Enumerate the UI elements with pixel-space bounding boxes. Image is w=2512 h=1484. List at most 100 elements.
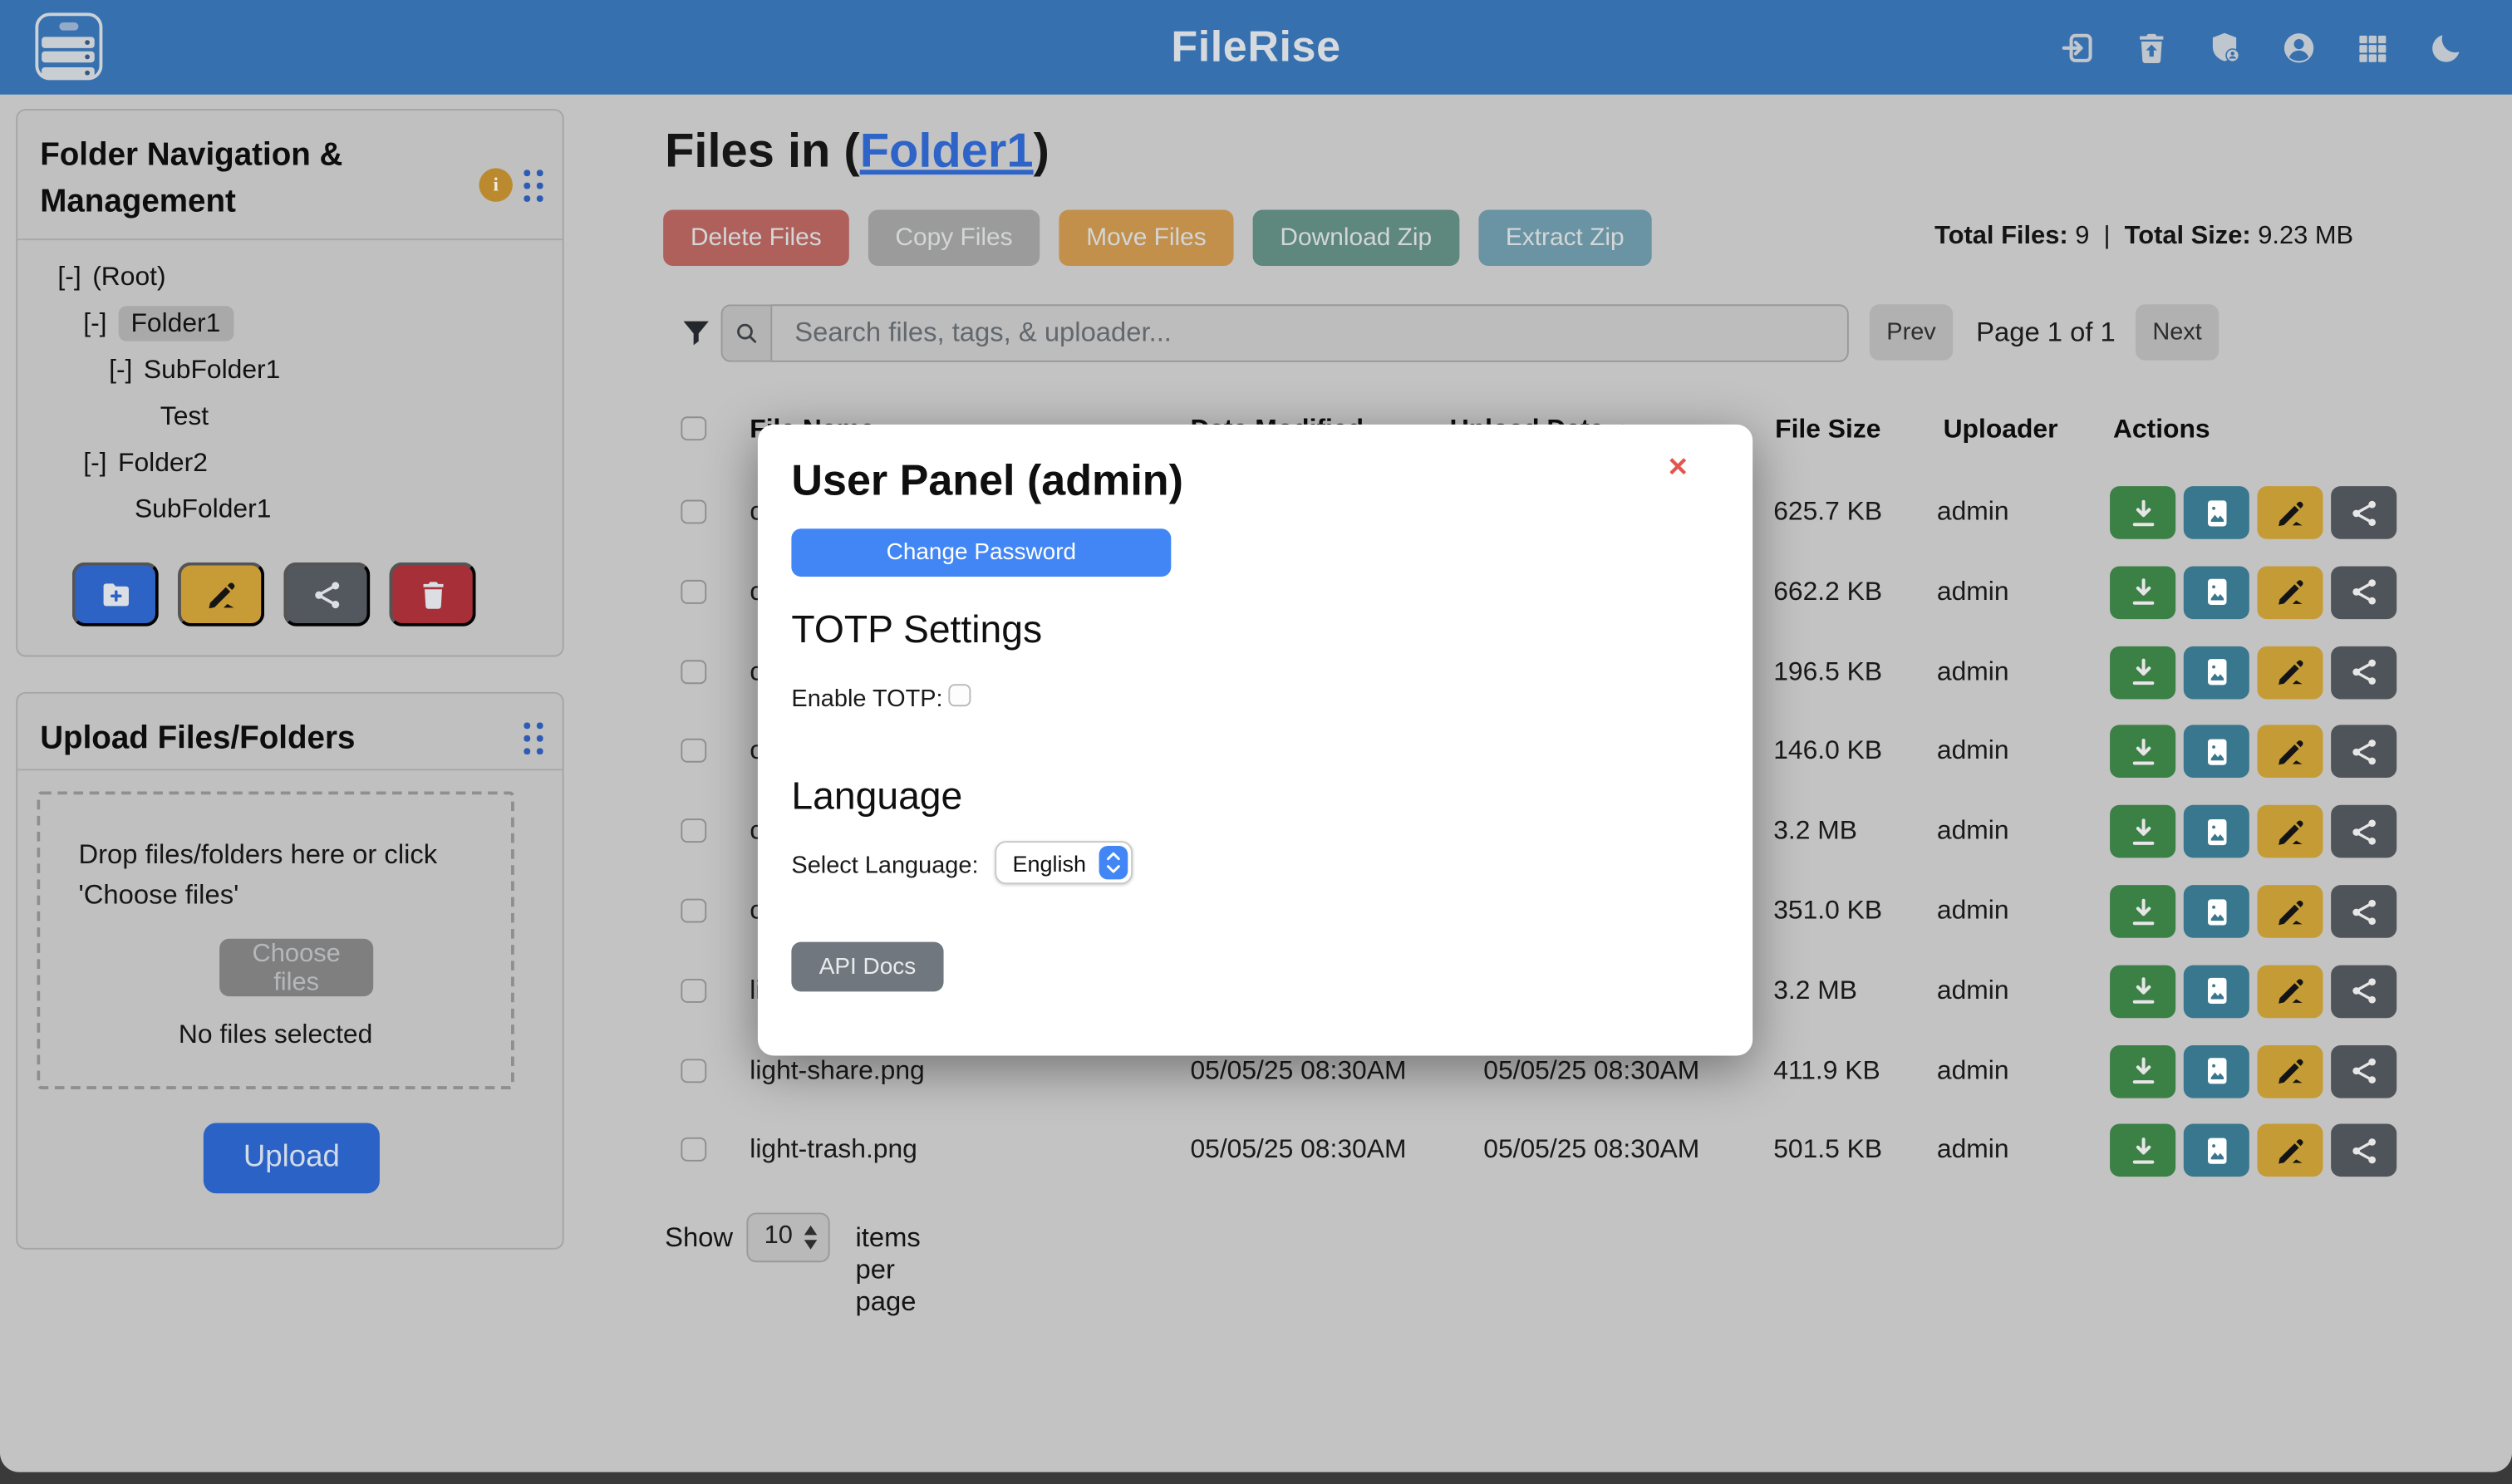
rename-file-button[interactable]: [2257, 885, 2323, 938]
folder-tree-item-subfolder1[interactable]: SubFolder1: [17, 487, 562, 533]
enable-totp-checkbox[interactable]: [948, 684, 971, 706]
rename-file-button[interactable]: [2257, 486, 2323, 539]
share-file-button[interactable]: [2331, 566, 2396, 619]
folder-tree-item-subfolder1[interactable]: [-]SubFolder1: [17, 347, 562, 394]
image-icon: [2200, 816, 2233, 848]
uploader: admin: [1937, 976, 2009, 1007]
row-checkbox[interactable]: [681, 580, 706, 604]
preview-file-button[interactable]: [2184, 1044, 2249, 1098]
info-icon[interactable]: i: [479, 168, 512, 201]
share-file-button[interactable]: [2331, 965, 2396, 1018]
file-name[interactable]: light-share.png: [750, 1056, 924, 1087]
logout-icon[interactable]: [2060, 30, 2095, 65]
create-folder-button[interactable]: [72, 563, 159, 627]
rename-file-button[interactable]: [2257, 646, 2323, 699]
download-file-button[interactable]: [2110, 965, 2175, 1018]
share-file-button[interactable]: [2331, 1044, 2396, 1098]
collapse-toggle[interactable]: [-]: [109, 356, 132, 385]
filter-icon[interactable]: [679, 316, 712, 351]
select-stepper-icon: [1099, 846, 1128, 879]
share-file-button[interactable]: [2331, 646, 2396, 699]
share-file-button[interactable]: [2331, 486, 2396, 539]
preview-file-button[interactable]: [2184, 725, 2249, 779]
preview-file-button[interactable]: [2184, 646, 2249, 699]
row-checkbox[interactable]: [681, 1059, 706, 1083]
preview-file-button[interactable]: [2184, 965, 2249, 1018]
folder-tree-item-folder2[interactable]: [-]Folder2: [17, 440, 562, 487]
rename-file-button[interactable]: [2257, 725, 2323, 779]
trash-restore-icon[interactable]: [2134, 30, 2169, 65]
file-dropzone[interactable]: Drop files/folders here or click 'Choose…: [37, 791, 514, 1089]
rename-file-button[interactable]: [2257, 1044, 2323, 1098]
download-file-button[interactable]: [2110, 646, 2175, 699]
collapse-toggle[interactable]: [-]: [57, 263, 81, 292]
upload-button[interactable]: Upload: [204, 1123, 380, 1193]
row-checkbox[interactable]: [681, 1138, 706, 1162]
download-file-button[interactable]: [2110, 486, 2175, 539]
share-file-button[interactable]: [2331, 885, 2396, 938]
extract-zip-button[interactable]: Extract Zip: [1478, 210, 1651, 266]
drag-handle-icon[interactable]: [524, 170, 543, 202]
no-files-status: No files selected: [40, 1020, 511, 1051]
rename-folder-button[interactable]: [178, 563, 264, 627]
row-checkbox[interactable]: [681, 740, 706, 764]
collapse-toggle[interactable]: [-]: [83, 309, 106, 338]
drag-handle-icon[interactable]: [524, 722, 543, 754]
share-file-button[interactable]: [2331, 1124, 2396, 1177]
select-all-checkbox[interactable]: [681, 416, 706, 440]
search-input[interactable]: [770, 304, 1848, 361]
collapse-toggle[interactable]: [-]: [83, 449, 106, 478]
upload-panel-title: Upload Files/Folders: [40, 716, 440, 763]
row-checkbox[interactable]: [681, 500, 706, 524]
prev-page-button[interactable]: Prev: [1870, 304, 1953, 360]
column-header-uploader[interactable]: Uploader: [1944, 415, 2058, 445]
rename-file-button[interactable]: [2257, 965, 2323, 1018]
modal-title: User Panel (admin): [791, 456, 1183, 506]
current-folder-link[interactable]: Folder1: [860, 125, 1034, 178]
download-file-button[interactable]: [2110, 566, 2175, 619]
close-icon[interactable]: ✕: [1667, 456, 1689, 482]
move-files-button[interactable]: Move Files: [1059, 210, 1233, 266]
rename-file-button[interactable]: [2257, 566, 2323, 619]
download-file-button[interactable]: [2110, 1044, 2175, 1098]
preview-file-button[interactable]: [2184, 885, 2249, 938]
share-folder-button[interactable]: [283, 563, 370, 627]
preview-file-button[interactable]: [2184, 1124, 2249, 1177]
download-file-button[interactable]: [2110, 1124, 2175, 1177]
row-checkbox[interactable]: [681, 819, 706, 843]
download-file-button[interactable]: [2110, 725, 2175, 779]
folder-tree-item-test[interactable]: Test: [17, 394, 562, 440]
delete-folder-button[interactable]: [389, 563, 475, 627]
folder-tree-item-root[interactable]: [-](Root): [17, 255, 562, 302]
row-checkbox[interactable]: [681, 660, 706, 684]
share-file-button[interactable]: [2331, 805, 2396, 858]
choose-files-button[interactable]: Choose files: [219, 939, 373, 996]
totals-summary: Total Files: 9 | Total Size: 9.23 MB: [1934, 223, 2353, 252]
preview-file-button[interactable]: [2184, 805, 2249, 858]
share-file-button[interactable]: [2331, 725, 2396, 779]
download-icon: [2126, 656, 2159, 689]
apps-grid-icon[interactable]: [2355, 30, 2390, 65]
row-checkbox[interactable]: [681, 899, 706, 923]
download-file-button[interactable]: [2110, 885, 2175, 938]
column-header-size[interactable]: File Size: [1775, 415, 1880, 445]
dark-mode-moon-icon[interactable]: [2429, 30, 2464, 65]
download-file-button[interactable]: [2110, 805, 2175, 858]
per-page-select[interactable]: 10: [746, 1212, 829, 1262]
next-page-button[interactable]: Next: [2136, 304, 2219, 360]
api-docs-button[interactable]: API Docs: [791, 942, 943, 992]
preview-file-button[interactable]: [2184, 566, 2249, 619]
language-select[interactable]: English: [995, 841, 1133, 884]
row-checkbox[interactable]: [681, 979, 706, 1003]
file-name[interactable]: light-trash.png: [750, 1136, 917, 1167]
change-password-button[interactable]: Change Password: [791, 528, 1171, 577]
rename-file-button[interactable]: [2257, 805, 2323, 858]
download-zip-button[interactable]: Download Zip: [1253, 210, 1459, 266]
rename-file-button[interactable]: [2257, 1124, 2323, 1177]
user-profile-icon[interactable]: [2281, 30, 2316, 65]
preview-file-button[interactable]: [2184, 486, 2249, 539]
folder-tree-item-folder1[interactable]: [-]Folder1: [17, 301, 562, 347]
copy-files-button[interactable]: Copy Files: [868, 210, 1040, 266]
delete-files-button[interactable]: Delete Files: [663, 210, 848, 266]
admin-shield-icon[interactable]: [2208, 30, 2243, 65]
